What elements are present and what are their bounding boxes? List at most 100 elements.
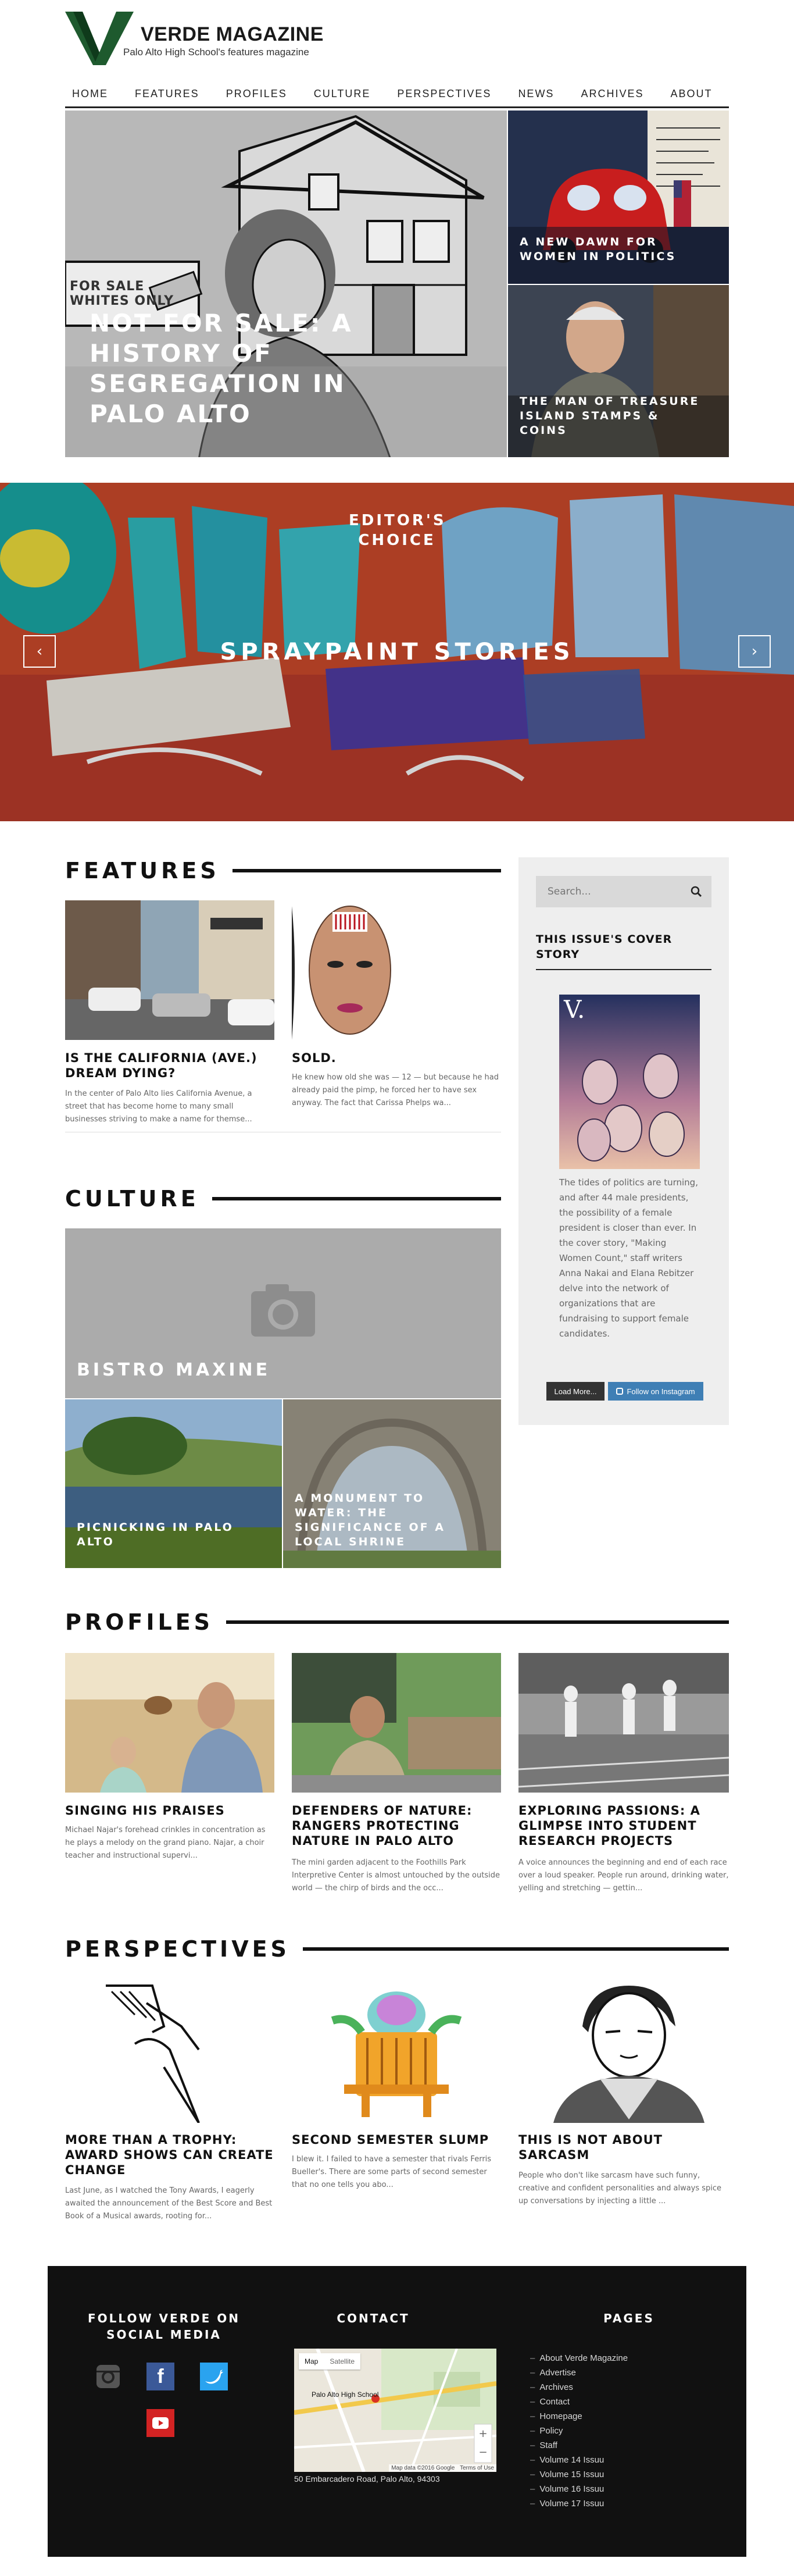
cover-illustration: V. bbox=[559, 995, 700, 1169]
profiles-card-2-title[interactable]: DEFENDERS OF NATURE: RANGERS PROTECTING … bbox=[292, 1803, 501, 1848]
profiles-card-1-title[interactable]: SINGING HIS PRAISES bbox=[65, 1803, 274, 1818]
profiles-card-1-image[interactable] bbox=[65, 1653, 274, 1793]
slider-title[interactable]: SPRAYPAINT STORIES bbox=[0, 639, 794, 665]
culture-small-story-1[interactable]: PICNICKING IN PALO ALTO bbox=[65, 1399, 282, 1568]
cover-image[interactable]: V. bbox=[559, 995, 700, 1169]
footer-contact-heading: CONTACT bbox=[337, 2311, 410, 2325]
footer-pages-heading: PAGES bbox=[603, 2311, 654, 2325]
footer-link-archives[interactable]: Archives bbox=[530, 2380, 693, 2395]
map-terms-link[interactable]: Terms of Use bbox=[460, 2465, 494, 2471]
site-subtitle: Palo Alto High School's features magazin… bbox=[123, 47, 309, 58]
footer-link-volume-17[interactable]: Volume 17 Issuu bbox=[530, 2496, 693, 2511]
cover-story-text: The tides of politics are turning, and a… bbox=[559, 1177, 698, 1339]
culture-heading: CULTURE bbox=[65, 1184, 501, 1213]
footer-link-volume-14[interactable]: Volume 14 Issuu bbox=[530, 2453, 693, 2467]
load-more-button[interactable]: Load More... bbox=[546, 1382, 605, 1401]
map-tab-bar: Map Satellite bbox=[299, 2353, 361, 2370]
chevron-left-icon: ‹ bbox=[36, 643, 43, 660]
perspectives-card-3-title[interactable]: THIS IS NOT ABOUT SARCASM bbox=[518, 2132, 729, 2162]
culture-small-story-2[interactable]: A MONUMENT TO WATER: THE SIGNIFICANCE OF… bbox=[283, 1399, 501, 1568]
hero-sign-text: FOR SALE WHITES ONLY bbox=[70, 279, 174, 308]
hero-main-story[interactable]: FOR SALE WHITES ONLY NOT FOR SALE: A HIS… bbox=[65, 111, 507, 457]
nav-about[interactable]: ABOUT bbox=[663, 88, 712, 100]
perspectives-card-3-excerpt: People who don't like sarcasm have such … bbox=[518, 2171, 722, 2206]
profiles-card-1-excerpt: Michael Najar's forehead crinkles in con… bbox=[65, 1826, 266, 1860]
perspectives-card-1-excerpt: Last June, as I watched the Tony Awards,… bbox=[65, 2186, 273, 2221]
slider-title-text[interactable]: SPRAYPAINT STORIES bbox=[220, 639, 574, 665]
search-input[interactable] bbox=[536, 876, 681, 907]
culture-heading-text[interactable]: CULTURE bbox=[65, 1186, 199, 1212]
slider-prev-button[interactable]: ‹ bbox=[23, 635, 56, 668]
nav-features[interactable]: FEATURES bbox=[128, 88, 199, 100]
map-tab-satellite[interactable]: Satellite bbox=[324, 2353, 360, 2370]
contact-address: 50 Embarcadero Road, Palo Alto, 94303 bbox=[294, 2474, 440, 2484]
culture-big-title[interactable]: BISTRO MAXINE bbox=[77, 1360, 270, 1380]
search-icon[interactable] bbox=[691, 886, 702, 897]
features-heading-text[interactable]: FEATURES bbox=[65, 858, 220, 883]
perspectives-card-2-excerpt: I blew it. I failed to have a semester t… bbox=[292, 2155, 492, 2189]
profiles-heading: PROFILES bbox=[65, 1608, 729, 1637]
profiles-heading-rule bbox=[226, 1620, 729, 1624]
hero-side-story-1[interactable]: A NEW DAWN FOR WOMEN IN POLITICS bbox=[508, 111, 729, 284]
features-card-2-title[interactable]: SOLD. bbox=[292, 1050, 501, 1066]
features-card-1-image[interactable] bbox=[65, 900, 274, 1040]
sidebar: THIS ISSUE'S COVER STORY V. bbox=[518, 857, 729, 1425]
profiles-heading-text[interactable]: PROFILES bbox=[65, 1609, 213, 1635]
profiles-card-3-title[interactable]: EXPLORING PASSIONS: A GLIMPSE INTO STUDE… bbox=[518, 1803, 729, 1848]
sold-illustration bbox=[292, 900, 501, 1040]
culture-small-1-title[interactable]: PICNICKING IN PALO ALTO bbox=[77, 1520, 251, 1549]
footer-link-advertise[interactable]: Advertise bbox=[530, 2365, 693, 2380]
perspectives-card-2-title[interactable]: SECOND SEMESTER SLUMP bbox=[292, 2132, 501, 2147]
featured-slider[interactable]: EDITOR'S CHOICE SPRAYPAINT STORIES ‹ › bbox=[0, 483, 794, 821]
profiles-card-2-image[interactable] bbox=[292, 1653, 501, 1793]
nav-home[interactable]: HOME bbox=[65, 88, 108, 100]
nav-profiles[interactable]: PROFILES bbox=[219, 88, 287, 100]
main-nav: HOME FEATURES PROFILES CULTURE PERSPECTI… bbox=[65, 81, 729, 108]
nav-news[interactable]: NEWS bbox=[511, 88, 554, 100]
footer-link-about[interactable]: About Verde Magazine bbox=[530, 2351, 693, 2365]
culture-big-story[interactable]: BISTRO MAXINE bbox=[65, 1228, 501, 1398]
search-box bbox=[536, 876, 711, 907]
profiles-card-3-image[interactable] bbox=[518, 1653, 729, 1793]
footer-link-contact[interactable]: Contact bbox=[530, 2395, 693, 2409]
hero-main-title[interactable]: NOT FOR SALE: A HISTORY OF SEGREGATION I… bbox=[90, 308, 403, 429]
perspectives-card-1-image[interactable] bbox=[65, 1980, 274, 2123]
footer-link-volume-16[interactable]: Volume 16 Issuu bbox=[530, 2482, 693, 2496]
footer-link-policy[interactable]: Policy bbox=[530, 2424, 693, 2438]
perspectives-card-2-image[interactable] bbox=[292, 1980, 501, 2123]
singing-image bbox=[65, 1653, 274, 1793]
features-card-2-image[interactable] bbox=[292, 900, 501, 1040]
instagram-icon[interactable] bbox=[94, 2363, 122, 2390]
perspectives-card-1-title[interactable]: MORE THAN A TROPHY: AWARD SHOWS CAN CREA… bbox=[65, 2132, 274, 2178]
culture-small-2-title[interactable]: A MONUMENT TO WATER: THE SIGNIFICANCE OF… bbox=[295, 1491, 469, 1549]
site-title[interactable]: VERDE MAGAZINE bbox=[141, 23, 324, 46]
footer: FOLLOW VERDE ON SOCIAL MEDIA f CONTACT +… bbox=[48, 2266, 746, 2557]
map-credit: Map data ©2016 Google bbox=[391, 2465, 455, 2471]
contact-map[interactable]: + − Map Satellite Palo Alto High School … bbox=[294, 2349, 496, 2472]
follow-instagram-button[interactable]: Follow on Instagram bbox=[608, 1382, 703, 1401]
footer-link-homepage[interactable]: Homepage bbox=[530, 2409, 693, 2424]
hero-side-2-title[interactable]: THE MAN OF TREASURE ISLAND STAMPS & COIN… bbox=[520, 394, 706, 438]
follow-instagram-label: Follow on Instagram bbox=[627, 1387, 695, 1396]
youtube-icon[interactable] bbox=[146, 2409, 174, 2437]
nav-culture[interactable]: CULTURE bbox=[307, 88, 371, 100]
perspectives-heading-rule bbox=[302, 1947, 729, 1951]
map-tab-map[interactable]: Map bbox=[299, 2353, 324, 2370]
page: VERDE MAGAZINE Palo Alto High School's f… bbox=[0, 0, 794, 2576]
features-card-1-title[interactable]: IS THE CALIFORNIA (AVE.) DREAM DYING? bbox=[65, 1050, 274, 1081]
nav-archives[interactable]: ARCHIVES bbox=[574, 88, 643, 100]
footer-link-volume-15[interactable]: Volume 15 Issuu bbox=[530, 2467, 693, 2482]
facebook-icon[interactable]: f bbox=[146, 2363, 174, 2390]
sarcasm-illustration bbox=[518, 1980, 729, 2123]
perspectives-heading-text[interactable]: PERSPECTIVES bbox=[65, 1936, 290, 1962]
chevron-right-icon: › bbox=[751, 643, 758, 660]
nav-perspectives[interactable]: PERSPECTIVES bbox=[390, 88, 491, 100]
slider-next-button[interactable]: › bbox=[738, 635, 771, 668]
twitter-icon[interactable] bbox=[200, 2363, 228, 2390]
hero-side-story-2[interactable]: THE MAN OF TREASURE ISLAND STAMPS & COIN… bbox=[508, 285, 729, 457]
footer-link-staff[interactable]: Staff bbox=[530, 2438, 693, 2453]
editors-choice-label: EDITOR'S CHOICE bbox=[349, 512, 446, 549]
cover-story-heading: THIS ISSUE'S COVER STORY bbox=[536, 933, 673, 961]
perspectives-card-3-image[interactable] bbox=[518, 1980, 729, 2123]
hero-side-1-title[interactable]: A NEW DAWN FOR WOMEN IN POLITICS bbox=[520, 235, 694, 264]
